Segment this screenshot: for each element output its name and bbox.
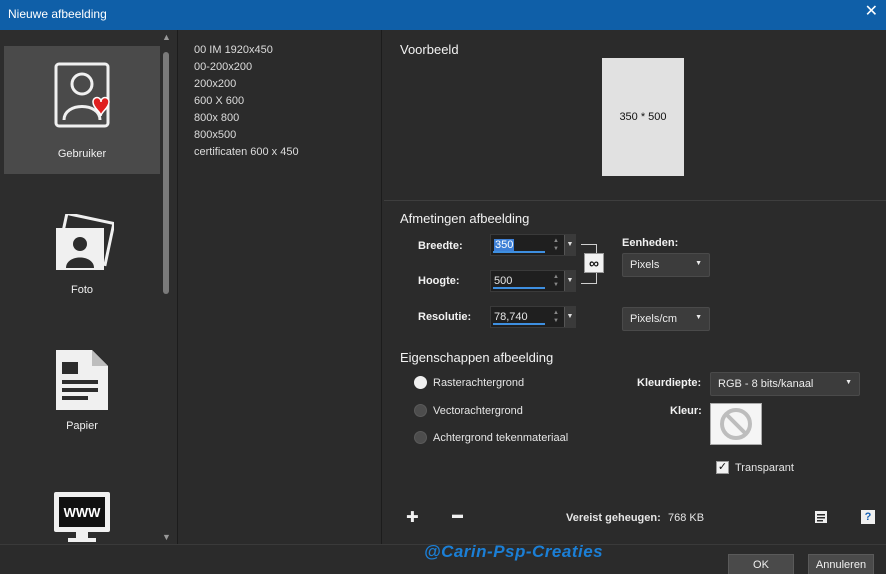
category-label: Gebruiker [57,148,107,160]
resolution-value[interactable]: 78,740 [494,311,528,323]
units-value: Pixels [630,259,660,271]
cancel-button[interactable]: Annuleren [808,554,874,574]
window-title: Nieuwe afbeelding [8,7,107,21]
preview-size-label: 350 * 500 [619,111,667,123]
chevron-down-icon[interactable]: ▼ [564,235,575,255]
height-field[interactable]: 500 ▲ ▼ ▼ [490,270,576,292]
link-aspect-icon[interactable]: ∞ [584,253,604,273]
resolution-units-value: Pixels/cm [630,313,678,325]
chevron-down-icon[interactable]: ▼ [564,307,575,327]
dimensions-heading: Afmetingen afbeelding [400,211,530,226]
raster-radio[interactable] [414,376,427,389]
preset-list: 00 IM 1920x450 00-200x200 200x200 600 X … [180,30,382,544]
scrollbar-thumb[interactable] [163,52,169,294]
no-color-icon [720,408,752,440]
paper-icon [56,350,108,410]
field-underline [493,323,545,325]
section-divider [384,200,886,201]
color-swatch[interactable] [710,403,762,445]
category-panel: Gebruiker Foto Papier WWW [0,30,178,544]
preview-heading: Voorbeeld [400,42,459,57]
preset-item[interactable]: 00-200x200 [194,61,299,78]
spin-arrows-icon[interactable]: ▲ ▼ [553,309,561,325]
color-depth-dropdown[interactable]: RGB - 8 bits/kanaal ▼ [710,372,860,396]
category-label: Foto [70,284,93,296]
photo-icon [56,214,114,270]
help-icon[interactable]: ? [861,510,875,524]
ok-button[interactable]: OK [728,554,794,574]
units-label: Eenheden: [622,237,679,249]
width-field[interactable]: 350 ▲ ▼ ▼ [490,234,576,256]
chevron-down-icon[interactable]: ▼ [162,532,171,542]
category-papier[interactable]: Papier [4,318,160,446]
www-monitor-icon: WWW [54,492,110,542]
memory-value: 768 KB [668,512,705,524]
field-underline [493,287,545,289]
color-depth-value: RGB - 8 bits/kanaal [718,378,814,390]
resolution-units-dropdown[interactable]: Pixels/cm ▼ [622,307,710,331]
color-label: Kleur: [670,405,702,417]
raster-label[interactable]: Rasterachtergrond [433,377,524,389]
field-underline [493,251,545,253]
height-value[interactable]: 500 [494,275,512,287]
chevron-up-icon[interactable]: ▲ [162,32,171,42]
settings-panel: Voorbeeld 350 * 500 Afmetingen afbeeldin… [384,30,886,544]
add-preset-icon[interactable]: ✚ [406,508,419,526]
svg-text:WWW: WWW [64,505,102,520]
chevron-down-icon: ▼ [845,379,852,386]
art-media-label[interactable]: Achtergrond tekenmateriaal [433,432,568,444]
height-label: Hoogte: [418,275,460,287]
transparent-checkbox[interactable]: ✓ [716,461,729,474]
category-scrollbar[interactable]: ▲ ▼ [160,30,174,544]
category-label: Papier [66,420,98,432]
spin-arrows-icon[interactable]: ▲ ▼ [553,237,561,253]
chevron-down-icon[interactable]: ▼ [564,271,575,291]
category-gebruiker[interactable]: Gebruiker [4,46,160,174]
color-depth-label: Kleurdiepte: [637,377,702,389]
image-preview: 350 * 500 [602,58,684,176]
chevron-down-icon: ▼ [695,314,702,321]
chevron-down-icon: ▼ [695,260,702,267]
title-bar: Nieuwe afbeelding ✕ [0,0,886,30]
memory-label: Vereist geheugen: [566,512,661,524]
watermark: @Carin-Psp-Creaties [424,542,604,561]
preset-item[interactable]: 800x500 [194,129,299,146]
user-icon [54,62,110,128]
notes-icon[interactable] [814,510,828,524]
art-media-radio[interactable] [414,431,427,444]
spin-arrows-icon[interactable]: ▲ ▼ [553,273,561,289]
preset-item[interactable]: 800x 800 [194,112,299,129]
resolution-label: Resolutie: [418,311,472,323]
width-label: Breedte: [418,240,463,252]
vector-label[interactable]: Vectorachtergrond [433,405,523,417]
transparent-label[interactable]: Transparant [735,462,794,474]
resolution-field[interactable]: 78,740 ▲ ▼ ▼ [490,306,576,328]
close-icon[interactable]: ✕ [865,4,878,20]
preset-item[interactable]: certificaten 600 x 450 [194,146,299,163]
category-web[interactable]: WWW [4,454,160,544]
preset-item[interactable]: 200x200 [194,78,299,95]
properties-heading: Eigenschappen afbeelding [400,350,554,365]
vector-radio[interactable] [414,404,427,417]
preset-item[interactable]: 600 X 600 [194,95,299,112]
remove-preset-icon[interactable]: ▬ [452,509,463,521]
preset-item[interactable]: 00 IM 1920x450 [194,44,299,61]
width-value[interactable]: 350 [494,239,515,251]
category-foto[interactable]: Foto [4,182,160,310]
units-dropdown[interactable]: Pixels ▼ [622,253,710,277]
